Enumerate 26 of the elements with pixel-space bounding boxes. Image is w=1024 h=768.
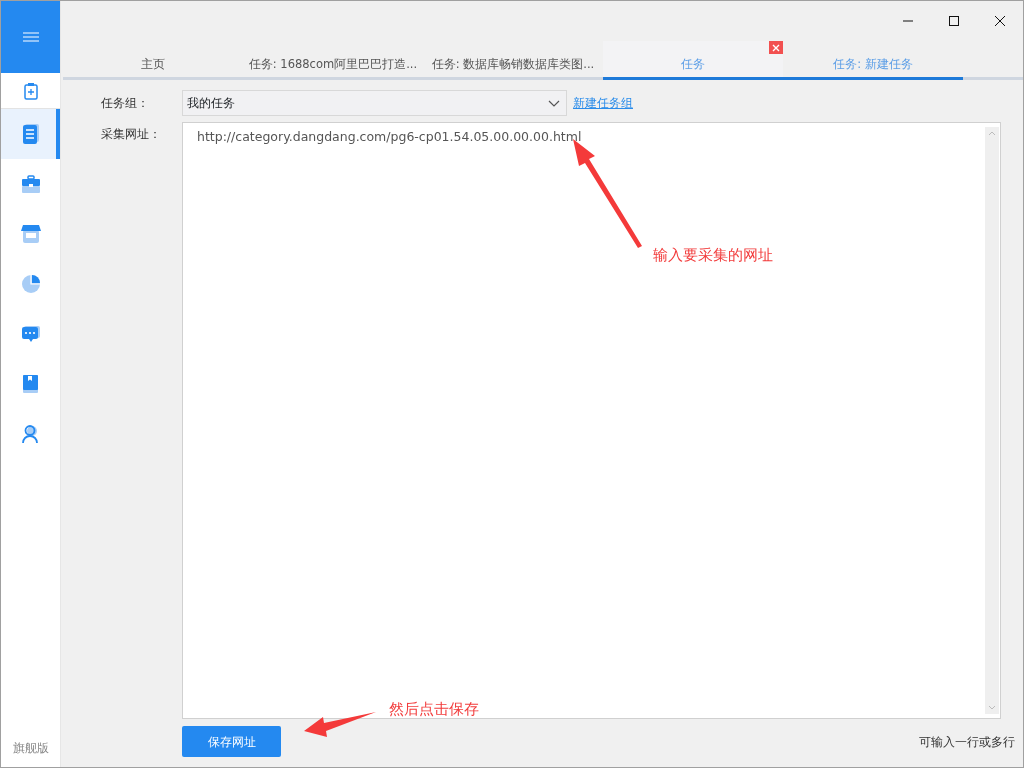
- hint-text: 可输入一行或多行: [919, 733, 1015, 751]
- tab[interactable]: 任务: 数据库畅销数据库类图...: [423, 41, 603, 80]
- annotation-arrow: [304, 712, 376, 737]
- pie-chart-icon: [21, 275, 40, 293]
- briefcase-icon: [21, 175, 40, 193]
- edition-label: 旗舰版: [11, 740, 50, 757]
- maximize-icon[interactable]: [948, 15, 960, 27]
- chevron-down-icon: [548, 99, 560, 107]
- task-group-dropdown[interactable]: 我的任务: [182, 90, 567, 116]
- annotation-text: 输入要采集的网址: [653, 245, 773, 266]
- store-icon: [20, 225, 41, 243]
- field-label: 任务组：: [101, 95, 150, 112]
- close-icon[interactable]: [994, 15, 1006, 27]
- user-icon: [21, 424, 40, 444]
- annotation-text: 然后点击保存: [389, 699, 479, 720]
- tab-close-button[interactable]: [769, 41, 783, 54]
- menu-button[interactable]: [22, 32, 39, 42]
- clipboard-icon: [23, 81, 38, 100]
- document-icon: [22, 124, 39, 144]
- tab[interactable]: 主页: [63, 41, 243, 80]
- tab[interactable]: 任务: 1688com阿里巴巴打造...: [243, 41, 423, 80]
- sidebar-item[interactable]: [1, 109, 60, 159]
- field-label: 采集网址：: [101, 126, 162, 143]
- book-icon: [23, 375, 38, 393]
- chat-icon: [21, 325, 40, 343]
- save-url-button[interactable]: 保存网址: [182, 726, 281, 757]
